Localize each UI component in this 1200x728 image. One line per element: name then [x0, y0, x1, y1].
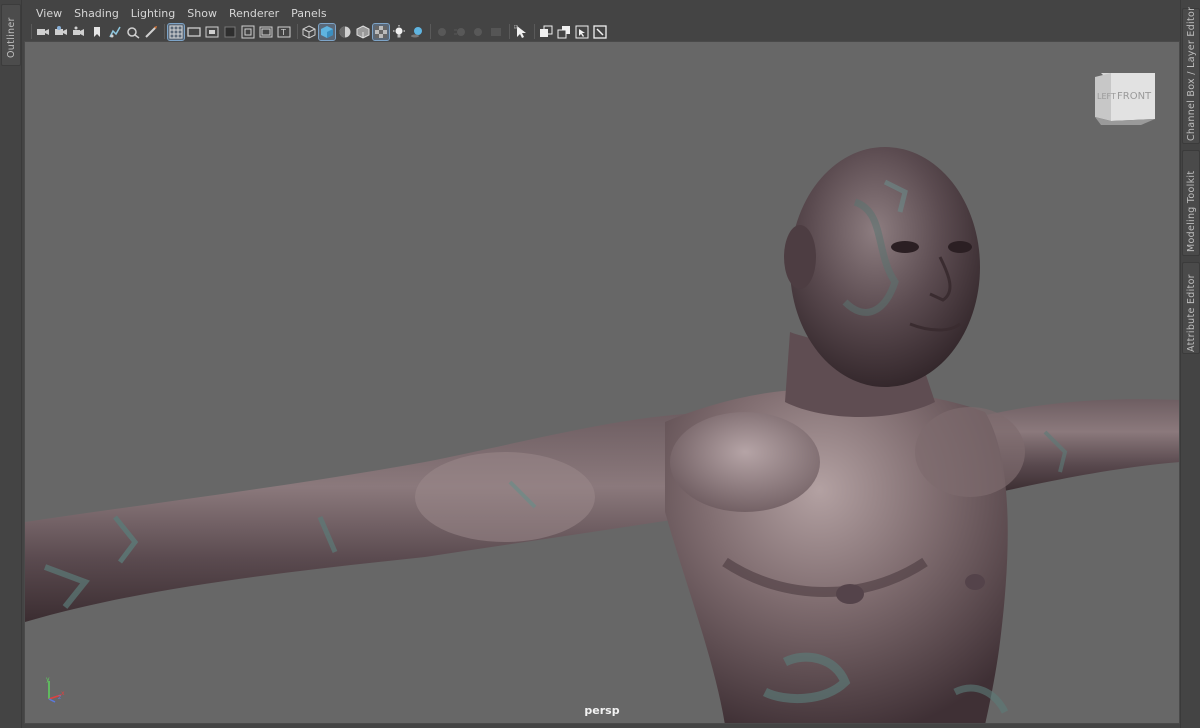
bookmarks-icon[interactable] [71, 24, 87, 40]
2d-pan-zoom-icon[interactable] [125, 24, 141, 40]
tab-label: Modeling Toolkit [1186, 170, 1197, 252]
menu-lighting[interactable]: Lighting [125, 6, 181, 22]
textured-icon[interactable] [372, 22, 390, 41]
menu-show[interactable]: Show [181, 6, 223, 22]
toolbar-separator [534, 24, 535, 39]
right-panel-strip: Channel Box / Layer Editor Modeling Tool… [1180, 0, 1200, 728]
toolbar-separator [164, 24, 165, 39]
safe-title-icon[interactable]: T [276, 24, 292, 40]
tab-channel-box-layer-editor[interactable]: Channel Box / Layer Editor [1182, 6, 1200, 144]
depth-of-field-icon[interactable] [488, 24, 504, 40]
xray-joints-icon[interactable] [556, 24, 572, 40]
bottom-border [24, 724, 1180, 728]
select-camera-icon[interactable] [35, 24, 51, 40]
viewcube-front-face[interactable]: FRONT [1117, 91, 1152, 102]
outliner-strip: Outliner [0, 0, 22, 728]
character-model[interactable] [25, 42, 1180, 724]
isolate-select-icon[interactable] [513, 24, 529, 40]
svg-text:x: x [61, 690, 65, 697]
3d-viewport[interactable]: LEFT FRONT y z x persp [24, 41, 1180, 724]
menu-panels[interactable]: Panels [285, 6, 332, 22]
panel-toolbar: T [28, 22, 610, 41]
tab-label: Attribute Editor [1186, 274, 1197, 352]
panel-menubar: View Shading Lighting Show Renderer Pane… [30, 6, 333, 22]
viewcube[interactable]: LEFT FRONT [1093, 69, 1159, 127]
camera-name-label: persp [584, 704, 620, 717]
gate-mask-icon[interactable] [222, 24, 238, 40]
image-plane-icon[interactable] [89, 24, 105, 40]
grid-icon[interactable] [167, 22, 185, 41]
safe-action-icon[interactable] [258, 24, 274, 40]
grease-pencil-tool-icon[interactable] [143, 24, 159, 40]
xray-components-icon[interactable] [574, 24, 590, 40]
resolution-gate-icon[interactable] [204, 24, 220, 40]
shadows-icon[interactable] [409, 24, 425, 40]
outliner-tab[interactable]: Outliner [1, 4, 21, 66]
field-chart-icon[interactable] [240, 24, 256, 40]
tab-attribute-editor[interactable]: Attribute Editor [1182, 262, 1200, 354]
tab-modeling-toolkit[interactable]: Modeling Toolkit [1182, 150, 1200, 256]
outliner-tab-label: Outliner [6, 17, 17, 58]
viewcube-left-face[interactable]: LEFT [1097, 92, 1116, 101]
multisample-aa-icon[interactable] [470, 24, 486, 40]
toolbar-separator [430, 24, 431, 39]
toolbar-separator [509, 24, 510, 39]
svg-text:y: y [46, 676, 50, 683]
shaded-wireframe-icon[interactable] [355, 24, 371, 40]
axis-gizmo: y z x [46, 676, 65, 703]
xray-icon[interactable] [538, 24, 554, 40]
default-material-icon[interactable] [337, 24, 353, 40]
toolbar-separator [297, 24, 298, 39]
grease-pencil-icon[interactable] [107, 24, 123, 40]
menu-shading[interactable]: Shading [68, 6, 125, 22]
viewport-panel-header: View Shading Lighting Show Renderer Pane… [24, 3, 1180, 41]
wireframe-icon[interactable] [301, 24, 317, 40]
film-gate-icon[interactable] [186, 24, 202, 40]
smooth-shade-icon[interactable] [318, 22, 336, 41]
screen-space-ao-icon[interactable] [434, 24, 450, 40]
tab-label: Channel Box / Layer Editor [1186, 6, 1197, 141]
svg-text:T: T [280, 28, 286, 37]
menu-renderer[interactable]: Renderer [223, 6, 285, 22]
frame-selection-icon[interactable] [592, 24, 608, 40]
use-lights-icon[interactable] [391, 24, 407, 40]
camera-attributes-icon[interactable] [53, 24, 69, 40]
menu-view[interactable]: View [30, 6, 68, 22]
motion-blur-icon[interactable] [452, 24, 468, 40]
toolbar-separator [31, 24, 32, 39]
